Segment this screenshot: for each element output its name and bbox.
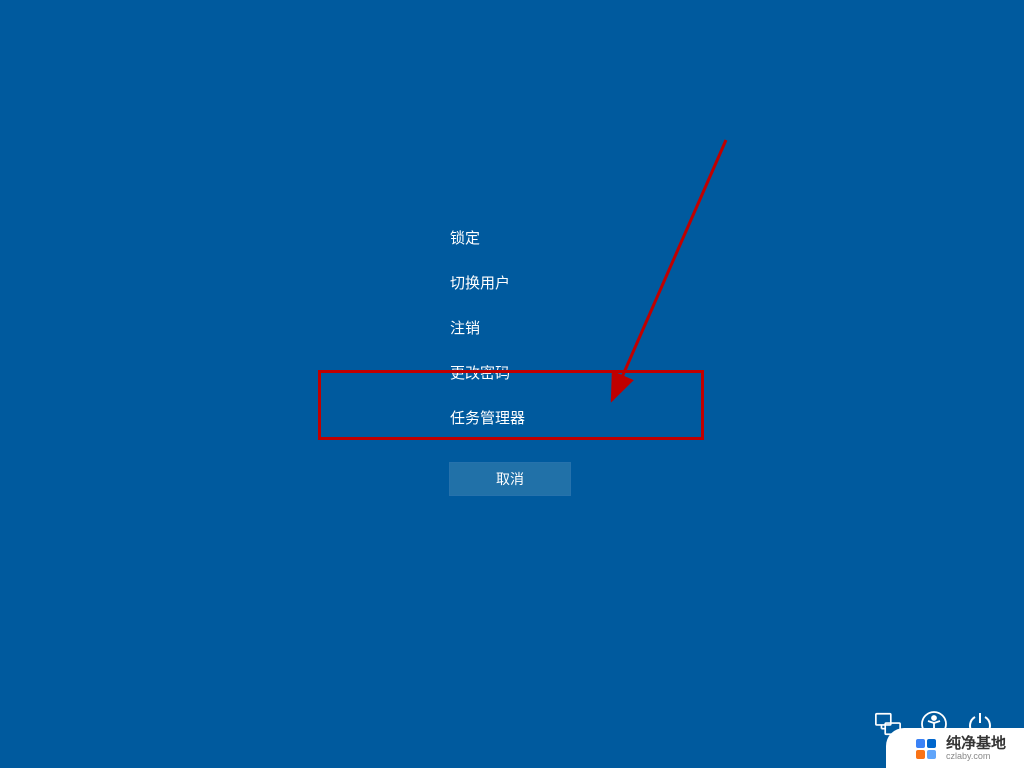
change-password-option[interactable]: 更改密码 [450, 350, 525, 395]
task-manager-option[interactable]: 任务管理器 [450, 395, 525, 440]
cancel-button[interactable]: 取消 [450, 463, 570, 495]
security-options-menu: 锁定 切换用户 注销 更改密码 任务管理器 [450, 215, 525, 440]
watermark-logo-icon [914, 737, 938, 761]
sign-out-option[interactable]: 注销 [450, 305, 525, 350]
watermark-title: 纯净基地 [946, 736, 1006, 753]
watermark-url: czlaby.com [946, 752, 1006, 762]
watermark: 纯净基地 czlaby.com [886, 728, 1024, 768]
switch-user-option[interactable]: 切换用户 [450, 260, 525, 305]
lock-option[interactable]: 锁定 [450, 215, 525, 260]
